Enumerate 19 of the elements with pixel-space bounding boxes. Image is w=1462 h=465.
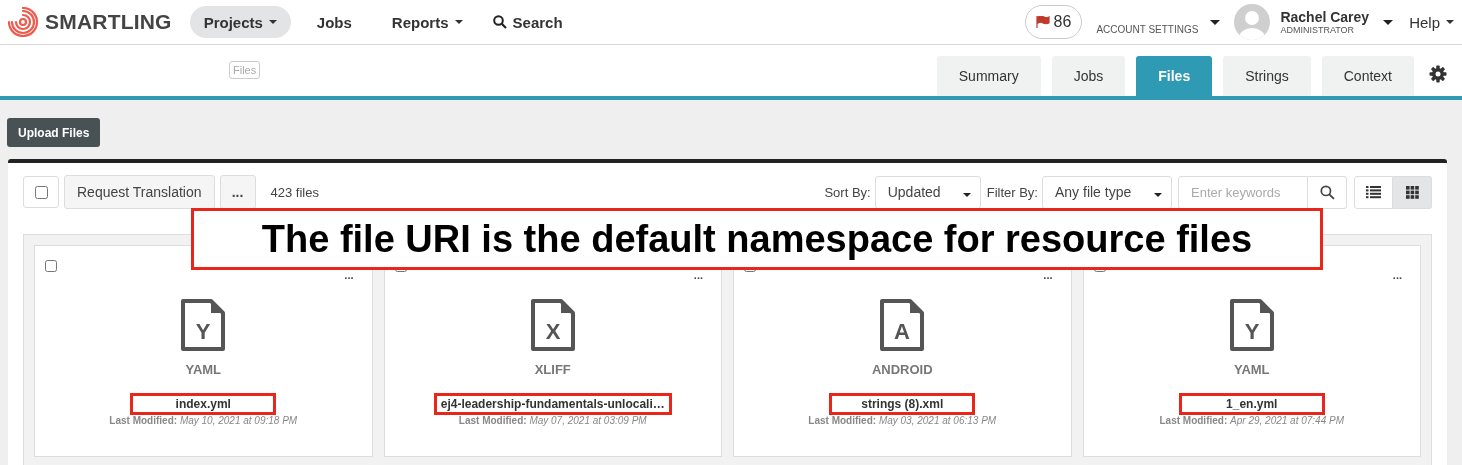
file-type: XLIFF xyxy=(534,362,571,377)
file-icon: A xyxy=(879,298,926,352)
annotation-tooltip: The file URI is the default namespace for resource files xyxy=(191,208,1323,270)
brand-name: SMARTLING xyxy=(45,10,172,34)
last-modified: Last Modified: May 10, 2021 at 09:18 PM xyxy=(109,415,298,426)
last-modified: Last Modified: Apr 29, 2021 at 07:44 PM xyxy=(1159,415,1344,426)
last-modified: Last Modified: May 03, 2021 at 06:13 PM xyxy=(808,415,997,426)
file-icon: Y xyxy=(1228,298,1275,352)
filter-label: Filter By: xyxy=(986,184,1038,200)
file-type: YAML xyxy=(1233,362,1270,377)
user-role: ADMINISTRATOR xyxy=(1280,25,1356,35)
file-count: 423 files xyxy=(270,184,319,200)
last-modified: Last Modified: May 07, 2021 at 03:09 PM xyxy=(458,415,647,426)
file-icon: X xyxy=(529,298,576,352)
file-icon: Y xyxy=(180,298,227,352)
file-type: ANDROID xyxy=(871,362,933,377)
user-name: Rachel Carey xyxy=(1280,9,1370,25)
sort-label: Sort By: xyxy=(824,184,871,200)
file-type: YAML xyxy=(185,362,222,377)
